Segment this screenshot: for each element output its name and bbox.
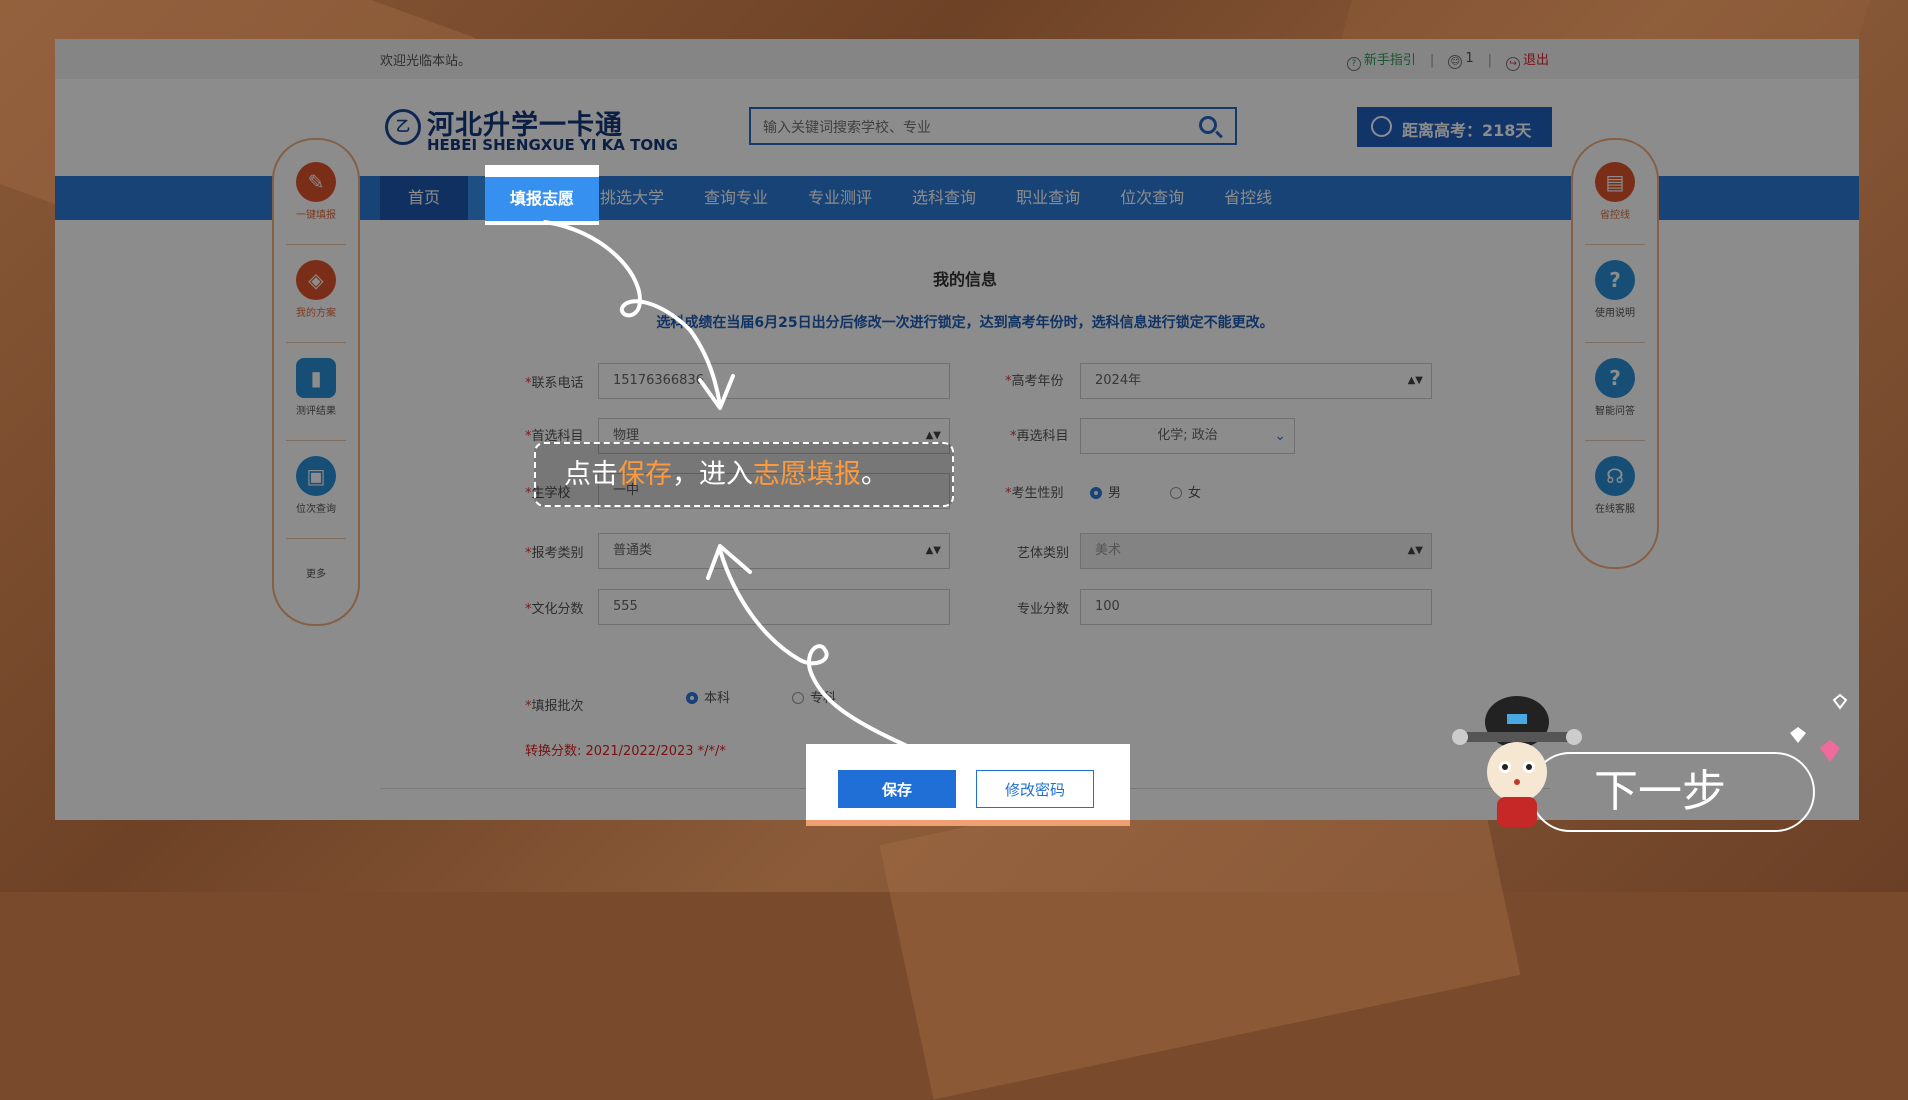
mascot-icon [1452,696,1582,827]
heart-icon [1832,693,1848,710]
heart-icon [1790,727,1806,743]
arrow-up-icon [718,548,907,747]
arrow-down-icon [543,220,722,407]
heart-icon [1820,740,1840,762]
